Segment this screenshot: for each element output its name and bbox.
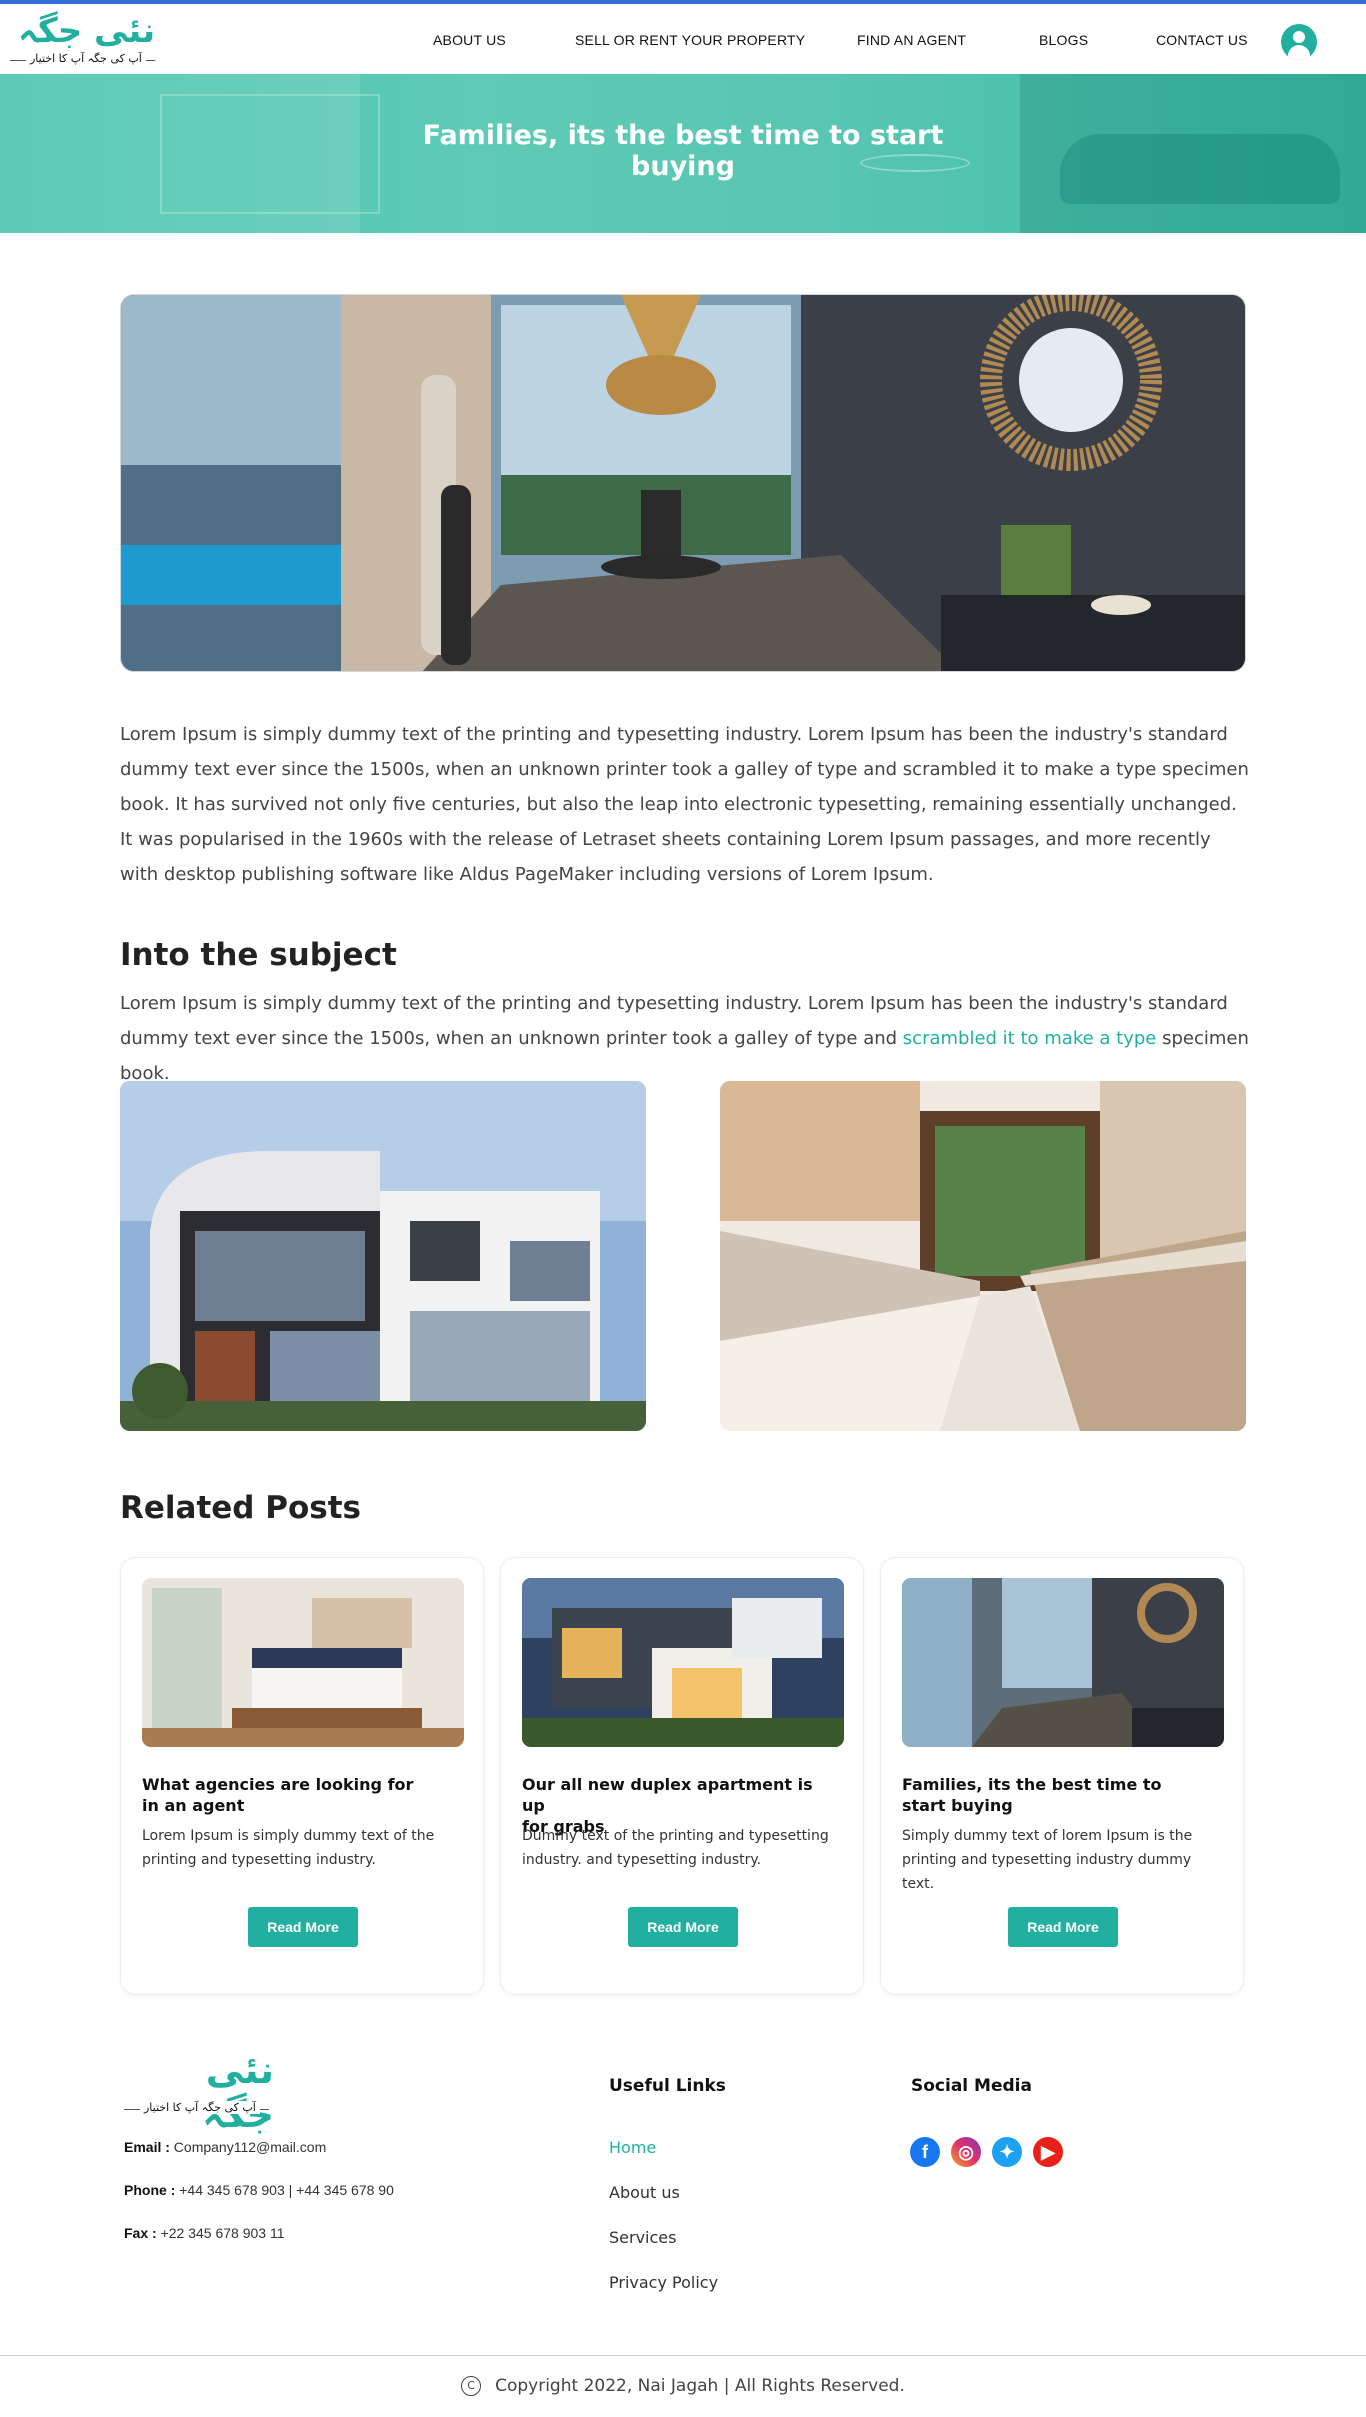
hero-bg-shape bbox=[160, 94, 380, 214]
fax-value: +22 345 678 903 11 bbox=[160, 2225, 285, 2241]
post-excerpt: Simply dummy text of lorem Ipsum is the … bbox=[902, 1828, 1193, 1892]
footer-email: Email : Company112@mail.com bbox=[124, 2139, 326, 2155]
dining-room-illustration bbox=[121, 295, 1245, 671]
twitter-glyph: ✦ bbox=[999, 2142, 1015, 2162]
related-post-card: Families, its the best time to start buy… bbox=[880, 1557, 1244, 1995]
subject-heading: Into the subject bbox=[120, 937, 397, 973]
copyright-text: Copyright 2022, Nai Jagah | All Rights R… bbox=[495, 2376, 905, 2396]
subject-inline-link[interactable]: scrambled it to make a type bbox=[903, 1028, 1157, 1049]
youtube-icon[interactable]: ▶ bbox=[1033, 2137, 1063, 2167]
post-thumbnail[interactable] bbox=[522, 1578, 844, 1747]
hero-title: Families, its the best time to start buy… bbox=[422, 120, 944, 182]
instagram-icon[interactable]: ◎ bbox=[951, 2137, 981, 2167]
youtube-glyph: ▶ bbox=[1041, 2142, 1055, 2162]
modern-house-illustration bbox=[120, 1081, 646, 1431]
footer-logo-text: نئی جگہ bbox=[202, 2048, 274, 2136]
bedroom-illustration bbox=[142, 1578, 464, 1747]
copyright-bar: C Copyright 2022, Nai Jagah | All Rights … bbox=[0, 2376, 1366, 2396]
kitchen-image bbox=[720, 1081, 1246, 1431]
post-thumbnail[interactable] bbox=[902, 1578, 1224, 1747]
footer-phone: Phone : +44 345 678 903 | +44 345 678 90 bbox=[124, 2182, 394, 2198]
instagram-glyph: ◎ bbox=[958, 2142, 974, 2162]
user-circle-icon[interactable] bbox=[1281, 24, 1317, 60]
article-intro-paragraph: Lorem Ipsum is simply dummy text of the … bbox=[120, 724, 1249, 885]
top-navbar: نئی جگہ آپ کی جگہ آپ کا اختیار ABOUT US … bbox=[0, 0, 1366, 74]
twitter-icon[interactable]: ✦ bbox=[992, 2137, 1022, 2167]
user-icon-body bbox=[1288, 45, 1310, 60]
duplex-house-illustration bbox=[522, 1578, 844, 1747]
footer-link-about-us[interactable]: About us bbox=[609, 2183, 680, 2202]
facebook-glyph: f bbox=[922, 2142, 928, 2162]
hero-banner: Families, its the best time to start buy… bbox=[0, 74, 1366, 233]
related-posts-heading: Related Posts bbox=[120, 1490, 362, 1526]
logo-tagline: آپ کی جگہ آپ کا اختیار bbox=[26, 52, 146, 65]
user-icon-head bbox=[1293, 31, 1305, 43]
read-more-button[interactable]: Read More bbox=[248, 1907, 358, 1947]
nav-about-us[interactable]: ABOUT US bbox=[433, 32, 506, 48]
social-media-heading: Social Media bbox=[911, 2076, 1032, 2096]
kitchen-illustration bbox=[720, 1081, 1246, 1431]
copyright-icon: C bbox=[461, 2376, 482, 2396]
article-main-image bbox=[120, 294, 1246, 672]
post-title[interactable]: What agencies are looking for in an agen… bbox=[142, 1774, 442, 1816]
footer-link-home[interactable]: Home bbox=[609, 2138, 656, 2157]
email-label: Email : bbox=[124, 2139, 170, 2155]
phone-value: +44 345 678 903 | +44 345 678 90 bbox=[179, 2182, 394, 2198]
footer-logo[interactable]: نئی جگہ آپ کی جگہ آپ کا اختیار bbox=[124, 2048, 274, 2136]
read-more-button[interactable]: Read More bbox=[628, 1907, 738, 1947]
nav-find-an-agent[interactable]: FIND AN AGENT bbox=[857, 32, 966, 48]
dining-room-thumbnail-illustration bbox=[902, 1578, 1224, 1747]
nav-blogs[interactable]: BLOGS bbox=[1039, 32, 1088, 48]
footer-fax: Fax : +22 345 678 903 11 bbox=[124, 2225, 285, 2241]
footer-divider bbox=[0, 2355, 1366, 2356]
nav-sell-or-rent[interactable]: SELL OR RENT YOUR PROPERTY bbox=[575, 32, 805, 48]
post-thumbnail[interactable] bbox=[142, 1578, 464, 1747]
footer-link-privacy-policy[interactable]: Privacy Policy bbox=[609, 2273, 718, 2292]
useful-links-heading: Useful Links bbox=[609, 2076, 726, 2096]
facebook-icon[interactable]: f bbox=[910, 2137, 940, 2167]
phone-label: Phone : bbox=[124, 2182, 176, 2198]
footer-link-services[interactable]: Services bbox=[609, 2228, 676, 2247]
footer-logo-tagline: آپ کی جگہ آپ کا اختیار bbox=[140, 2101, 260, 2114]
site-logo[interactable]: نئی جگہ آپ کی جگہ آپ کا اختیار bbox=[10, 10, 160, 72]
house-exterior-image bbox=[120, 1081, 646, 1431]
fax-label: Fax : bbox=[124, 2225, 157, 2241]
logo-text: نئی جگہ bbox=[18, 11, 156, 51]
related-post-card: What agencies are looking for in an agen… bbox=[120, 1557, 484, 1995]
post-title[interactable]: Families, its the best time to start buy… bbox=[902, 1774, 1202, 1816]
post-excerpt: Lorem Ipsum is simply dummy text of the … bbox=[142, 1828, 435, 1868]
email-value: Company112@mail.com bbox=[173, 2139, 327, 2155]
nav-contact-us[interactable]: CONTACT US bbox=[1156, 32, 1248, 48]
related-post-card: Our all new duplex apartment is up for g… bbox=[500, 1557, 864, 1995]
hero-sofa-shape bbox=[1060, 134, 1340, 204]
post-excerpt: Dummy text of the printing and typesetti… bbox=[522, 1828, 829, 1868]
read-more-button[interactable]: Read More bbox=[1008, 1907, 1118, 1947]
subject-paragraph: Lorem Ipsum is simply dummy text of the … bbox=[120, 986, 1250, 1091]
